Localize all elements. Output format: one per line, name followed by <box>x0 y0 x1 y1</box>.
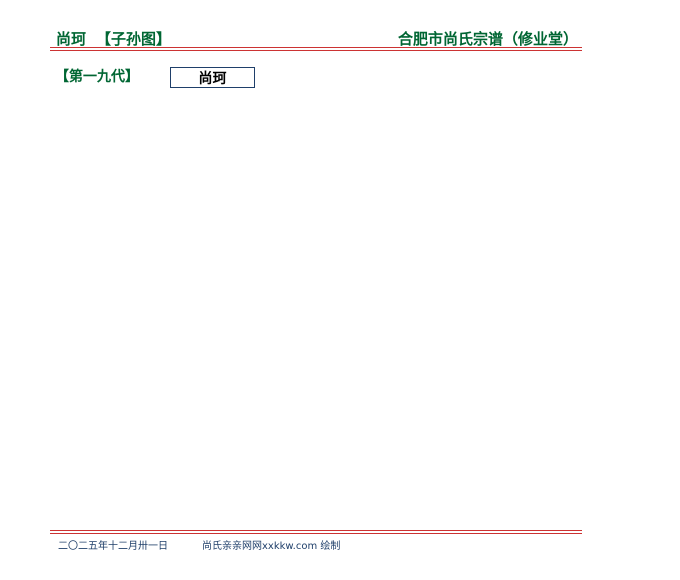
page-header: 尚珂 【子孙图】 合肥市尚氏宗谱（修业堂） <box>56 28 582 48</box>
genealogy-title: 合肥市尚氏宗谱（修业堂） <box>397 30 578 48</box>
header-rule-lower <box>50 50 582 51</box>
person-node[interactable]: 尚珂 <box>170 67 255 88</box>
header-left: 尚珂 【子孙图】 <box>56 28 171 49</box>
person-node-name: 尚珂 <box>198 70 227 87</box>
header-chart-title: 【子孙图】 <box>96 30 172 48</box>
footer-credit: 尚氏亲亲网网xxkkw.com 绘制 <box>202 541 341 552</box>
footer-date: 二〇二五年十二月卅一日 <box>58 541 168 552</box>
page-footer: 二〇二五年十二月卅一日 尚氏亲亲网网xxkkw.com 绘制 <box>58 537 340 552</box>
genealogy-page: 尚珂 【子孙图】 合肥市尚氏宗谱（修业堂） 【第一九代】 尚珂 二〇二五年十二月卅… <box>0 0 680 580</box>
footer-rule-upper <box>50 530 582 531</box>
header-rule-upper <box>50 47 582 48</box>
footer-rule-lower <box>50 533 582 534</box>
header-person-name: 尚珂 <box>56 30 87 48</box>
generation-label: 【第一九代】 <box>55 69 139 85</box>
